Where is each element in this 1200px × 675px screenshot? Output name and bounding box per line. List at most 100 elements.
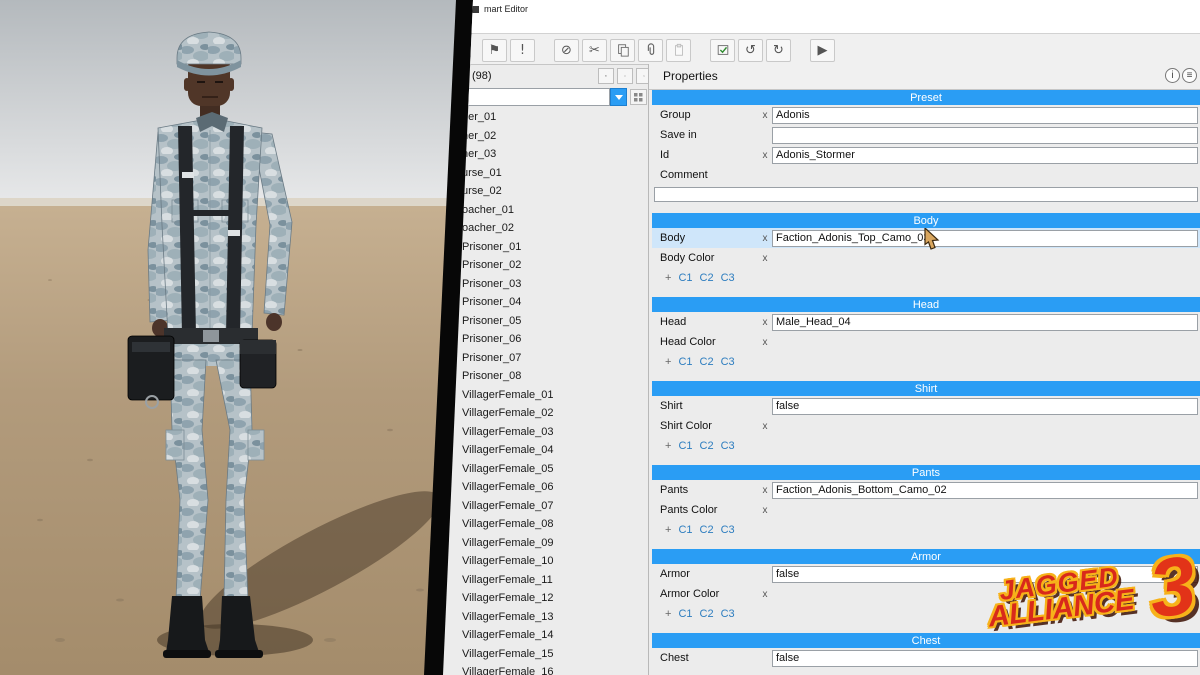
clear-button[interactable]: x	[758, 110, 772, 121]
property-field[interactable]: Adonis	[772, 106, 1198, 124]
filter-input[interactable]	[464, 88, 610, 106]
list-item[interactable]: VillagerFemale_07	[443, 497, 646, 516]
swap-button[interactable]	[617, 68, 633, 84]
color-slot-c1[interactable]: C1	[678, 608, 692, 620]
color-slot-c2[interactable]: C2	[700, 524, 714, 536]
paperclip-button[interactable]	[638, 38, 663, 62]
cut-button[interactable]: ✂	[582, 38, 607, 62]
list-item[interactable]: VillagerFemale_11	[443, 571, 646, 590]
bookmark-button[interactable]: ⚑	[482, 38, 507, 62]
color-slot-c2[interactable]: C2	[700, 440, 714, 452]
clear-button[interactable]: x	[758, 150, 772, 161]
property-field[interactable]: false	[772, 649, 1198, 667]
property-field[interactable]	[772, 126, 1198, 144]
color-slot-c3[interactable]: C3	[721, 440, 735, 452]
thumbnail-view-button[interactable]	[630, 89, 647, 105]
property-field[interactable]: false	[772, 397, 1198, 415]
play-button[interactable]: ▶	[810, 38, 835, 62]
property-field[interactable]: Adonis_Stormer	[772, 146, 1198, 164]
section-header[interactable]: Shirt	[652, 381, 1200, 396]
paste-button[interactable]	[666, 38, 691, 62]
property-field[interactable]: Male_Head_04	[772, 313, 1198, 331]
comment-field[interactable]	[654, 186, 1198, 202]
list-item-label: Prisoner_04	[462, 296, 522, 309]
property-field[interactable]: Faction_Adonis_Bottom_Camo_02	[772, 481, 1198, 499]
window-title: mart Editor	[484, 4, 529, 14]
undo-button[interactable]: ↺	[738, 38, 763, 62]
clear-button[interactable]: x	[758, 421, 772, 432]
copy-icon	[617, 44, 629, 57]
apply-icon	[717, 45, 728, 55]
color-slot-c3[interactable]: C3	[721, 356, 735, 368]
color-slot-c1[interactable]: C1	[678, 272, 692, 284]
list-item[interactable]: VillagerFemale_14	[443, 626, 646, 645]
color-slot-c3[interactable]: C3	[721, 608, 735, 620]
property-field[interactable]: Faction_Adonis_Top_Camo_03	[772, 229, 1198, 247]
color-slot-c3[interactable]: C3	[721, 272, 735, 284]
list-item-label: oacher_02	[462, 222, 514, 235]
list-item-label: VillagerFemale_06	[462, 481, 554, 494]
color-slot-c2[interactable]: C2	[700, 356, 714, 368]
section-header[interactable]: Body	[652, 213, 1200, 228]
list-item[interactable]: VillagerFemale_12	[443, 589, 646, 608]
property-row: Head Color x	[652, 332, 1200, 352]
section-header[interactable]: Armor	[652, 549, 1200, 564]
redo-icon: ↻	[773, 42, 784, 58]
add-color-button[interactable]: +	[665, 272, 671, 284]
info-button[interactable]: i	[1165, 68, 1180, 83]
list-item[interactable]: VillagerFemale_05	[443, 460, 646, 479]
list-item-label: Prisoner_02	[462, 259, 522, 272]
property-field[interactable]: false	[772, 565, 1198, 583]
list-item-label: VillagerFemale_16	[462, 666, 554, 675]
search-icon	[643, 75, 645, 77]
list-item[interactable]: VillagerFemale_16	[443, 663, 646, 675]
list-item-label: urse_01	[462, 166, 502, 179]
warning-button[interactable]: !	[510, 38, 535, 62]
list-item-label: VillagerFemale_08	[462, 518, 554, 531]
list-item[interactable]: VillagerFemale_08	[443, 515, 646, 534]
add-color-button[interactable]: +	[665, 440, 671, 452]
color-slot-c3[interactable]: C3	[721, 524, 735, 536]
clear-button[interactable]: x	[758, 317, 772, 328]
add-color-button[interactable]: +	[665, 356, 671, 368]
dropdown-arrow-button[interactable]	[610, 88, 627, 106]
list-item-label: ner_03	[462, 148, 497, 161]
property-row: Head x Male_Head_04	[652, 312, 1200, 332]
redo-button[interactable]: ↻	[766, 38, 791, 62]
clear-button[interactable]: x	[758, 505, 772, 516]
menu-button[interactable]: ≡	[1182, 68, 1197, 83]
color-slot-c1[interactable]: C1	[678, 524, 692, 536]
windows-button[interactable]	[598, 68, 614, 84]
color-slot-c1[interactable]: C1	[678, 356, 692, 368]
list-item[interactable]: VillagerFemale_09	[443, 534, 646, 553]
section-header[interactable]: Preset	[652, 90, 1200, 105]
color-slots-row: + C1 C2 C3	[652, 520, 1200, 539]
list-item[interactable]: VillagerFemale_15	[443, 645, 646, 664]
add-color-button[interactable]: +	[665, 524, 671, 536]
clear-button[interactable]: x	[758, 589, 772, 600]
property-section: Shirt Shirt false Shirt Color x + C1 C2 C3	[652, 381, 1200, 455]
clear-button[interactable]: x	[758, 233, 772, 244]
clear-button[interactable]: x	[758, 337, 772, 348]
property-row: Armor false	[652, 564, 1200, 584]
clear-button[interactable]: x	[758, 253, 772, 264]
list-item[interactable]: VillagerFemale_13	[443, 608, 646, 627]
color-slot-c1[interactable]: C1	[678, 440, 692, 452]
3d-viewport[interactable]	[0, 0, 480, 675]
section-header[interactable]: Chest	[652, 633, 1200, 648]
list-item[interactable]: VillagerFemale_06	[443, 478, 646, 497]
section-header[interactable]: Head	[652, 297, 1200, 312]
forbidden-button[interactable]: ⊘	[554, 38, 579, 62]
clear-button[interactable]: x	[758, 485, 772, 496]
section-header[interactable]: Pants	[652, 465, 1200, 480]
color-slot-c2[interactable]: C2	[700, 608, 714, 620]
color-slot-c2[interactable]: C2	[700, 272, 714, 284]
list-item[interactable]: VillagerFemale_04	[443, 441, 646, 460]
list-item[interactable]: VillagerFemale_10	[443, 552, 646, 571]
copy-button[interactable]	[610, 38, 635, 62]
apply-button[interactable]	[710, 38, 735, 62]
property-label: Comment	[660, 169, 708, 181]
titlebar: mart Editor	[443, 0, 1200, 34]
add-color-button[interactable]: +	[665, 608, 671, 620]
property-label: Armor Color	[660, 588, 720, 600]
